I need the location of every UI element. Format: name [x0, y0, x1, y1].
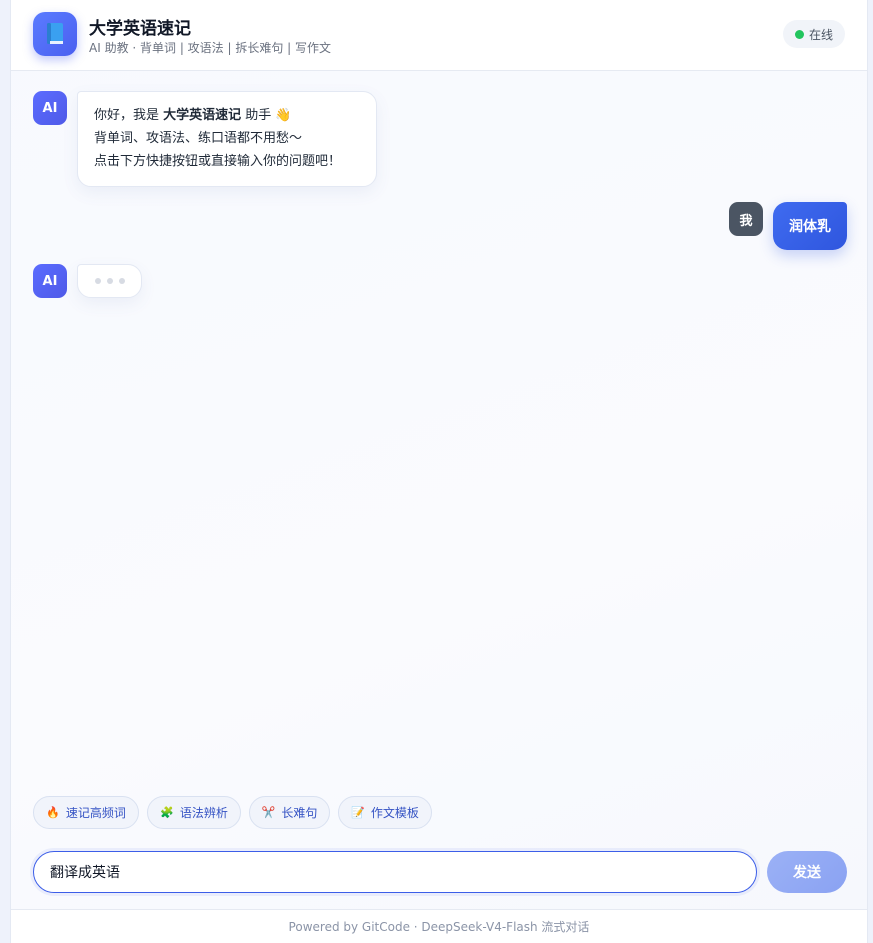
typing-dot	[118, 278, 125, 284]
assistant-name: 大学英语速记	[163, 108, 242, 123]
status-label: 在线	[808, 27, 833, 42]
quick-action-long-sentences[interactable]: ✂️ 长难句	[249, 796, 330, 829]
greeting-line-1: 你好，我是 大学英语速记 助手 👋	[94, 108, 292, 123]
typing-indicator	[77, 264, 142, 298]
app-subtitle: AI 助教 · 背单词 | 攻语法 | 拆长难句 | 写作文	[89, 41, 332, 55]
typing-dot	[94, 278, 101, 284]
puzzle-icon: 🧩	[160, 806, 174, 819]
ai-avatar: AI	[33, 264, 67, 298]
chat-app: 大学英语速记 AI 助教 · 背单词 | 攻语法 | 拆长难句 | 写作文 在线…	[10, 0, 868, 943]
message-input[interactable]	[33, 851, 757, 893]
app-title: 大学英语速记	[89, 19, 191, 39]
typing-dot	[106, 278, 113, 284]
status-badge: 在线	[783, 20, 845, 48]
fire-icon: 🔥	[46, 806, 60, 819]
ai-message-bubble: 你好，我是 大学英语速记 助手 👋 背单词、攻语法、练口语都不用愁～ 点击下方快…	[77, 91, 377, 187]
book-icon	[33, 12, 77, 56]
user-avatar: 我	[729, 202, 763, 236]
quick-action-high-frequency-words[interactable]: 🔥 速记高频词	[33, 796, 139, 829]
memo-icon: 📝	[351, 806, 365, 819]
header: 大学英语速记 AI 助教 · 背单词 | 攻语法 | 拆长难句 | 写作文 在线	[11, 0, 867, 71]
greeting-line-3: 点击下方快捷按钮或直接输入你的问题吧！	[94, 154, 342, 169]
quick-action-grammar[interactable]: 🧩 语法辨析	[147, 796, 241, 829]
scissors-icon: ✂️	[261, 806, 276, 819]
online-dot-icon	[794, 29, 804, 39]
footer: Powered by GitCode · DeepSeek-V4-Flash 流…	[11, 909, 867, 943]
quick-action-essay-template[interactable]: 📝 作文模板	[338, 796, 432, 829]
ai-avatar: AI	[33, 91, 67, 125]
send-button[interactable]: 发送	[767, 851, 847, 893]
user-message-bubble: 润体乳	[773, 202, 847, 250]
greeting-line-2: 背单词、攻语法、练口语都不用愁～	[94, 131, 303, 146]
